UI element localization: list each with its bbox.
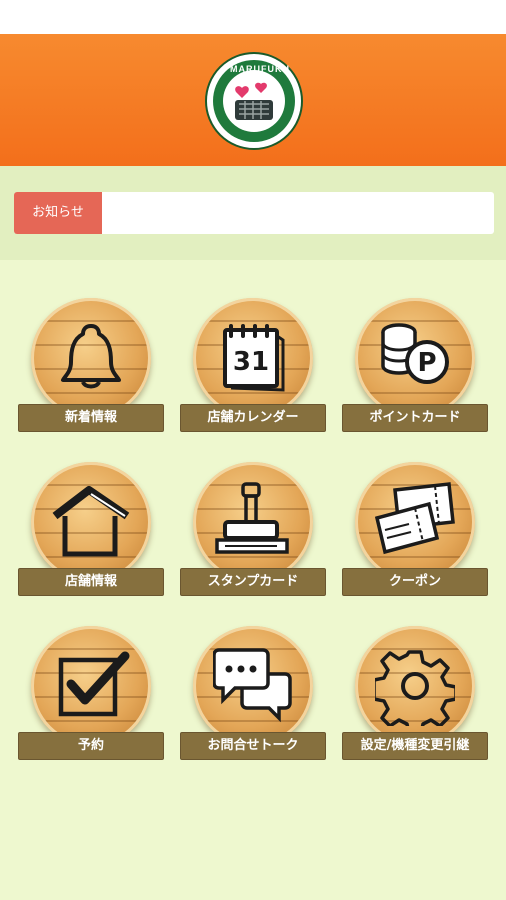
menu-item-label: クーポン (342, 568, 488, 596)
house-icon (52, 486, 130, 557)
gear-icon (375, 650, 455, 726)
point-mark: P (417, 348, 436, 378)
brand-logo: MARUFUKU (205, 52, 303, 150)
status-bar (0, 0, 506, 34)
notice-bar[interactable]: お知らせ (14, 192, 494, 234)
menu-item-label: 店舗情報 (18, 568, 164, 596)
menu-item-label: ポイントカード (342, 404, 488, 432)
menu-item-point-card[interactable]: P ポイントカード (342, 292, 488, 442)
menu-item-label: 設定/機種変更引継 (342, 732, 488, 760)
menu-item-coupon[interactable]: クーポン (342, 456, 488, 606)
header: MARUFUKU (0, 34, 506, 166)
menu-item-label: 予約 (18, 732, 164, 760)
chat-bubbles-icon (213, 648, 292, 723)
menu-item-store-calendar[interactable]: 31 店舗カレンダー (180, 292, 326, 442)
basket-icon (235, 82, 273, 120)
checkbox-icon (58, 651, 130, 717)
menu-item-inquiry-talk[interactable]: お問合せトーク (180, 620, 326, 770)
bell-icon (61, 324, 121, 389)
coupon-tickets-icon (375, 482, 455, 555)
coins-points-icon: P (381, 323, 449, 384)
menu-item-reservation[interactable]: 予約 (18, 620, 164, 770)
menu-item-settings[interactable]: 設定/機種変更引継 (342, 620, 488, 770)
menu-item-label: スタンプカード (180, 568, 326, 596)
menu-item-label: 新着情報 (18, 404, 164, 432)
menu-item-news[interactable]: 新着情報 (18, 292, 164, 442)
menu-item-store-info[interactable]: 店舗情報 (18, 456, 164, 606)
stamp-icon (215, 482, 289, 554)
calendar-icon: 31 (223, 324, 285, 392)
notice-label: お知らせ (14, 192, 102, 234)
menu-item-label: 店舗カレンダー (180, 404, 326, 432)
calendar-day: 31 (233, 347, 269, 377)
menu-item-stamp-card[interactable]: スタンプカード (180, 456, 326, 606)
notice-band: お知らせ (0, 166, 506, 260)
menu-item-label: お問合せトーク (180, 732, 326, 760)
